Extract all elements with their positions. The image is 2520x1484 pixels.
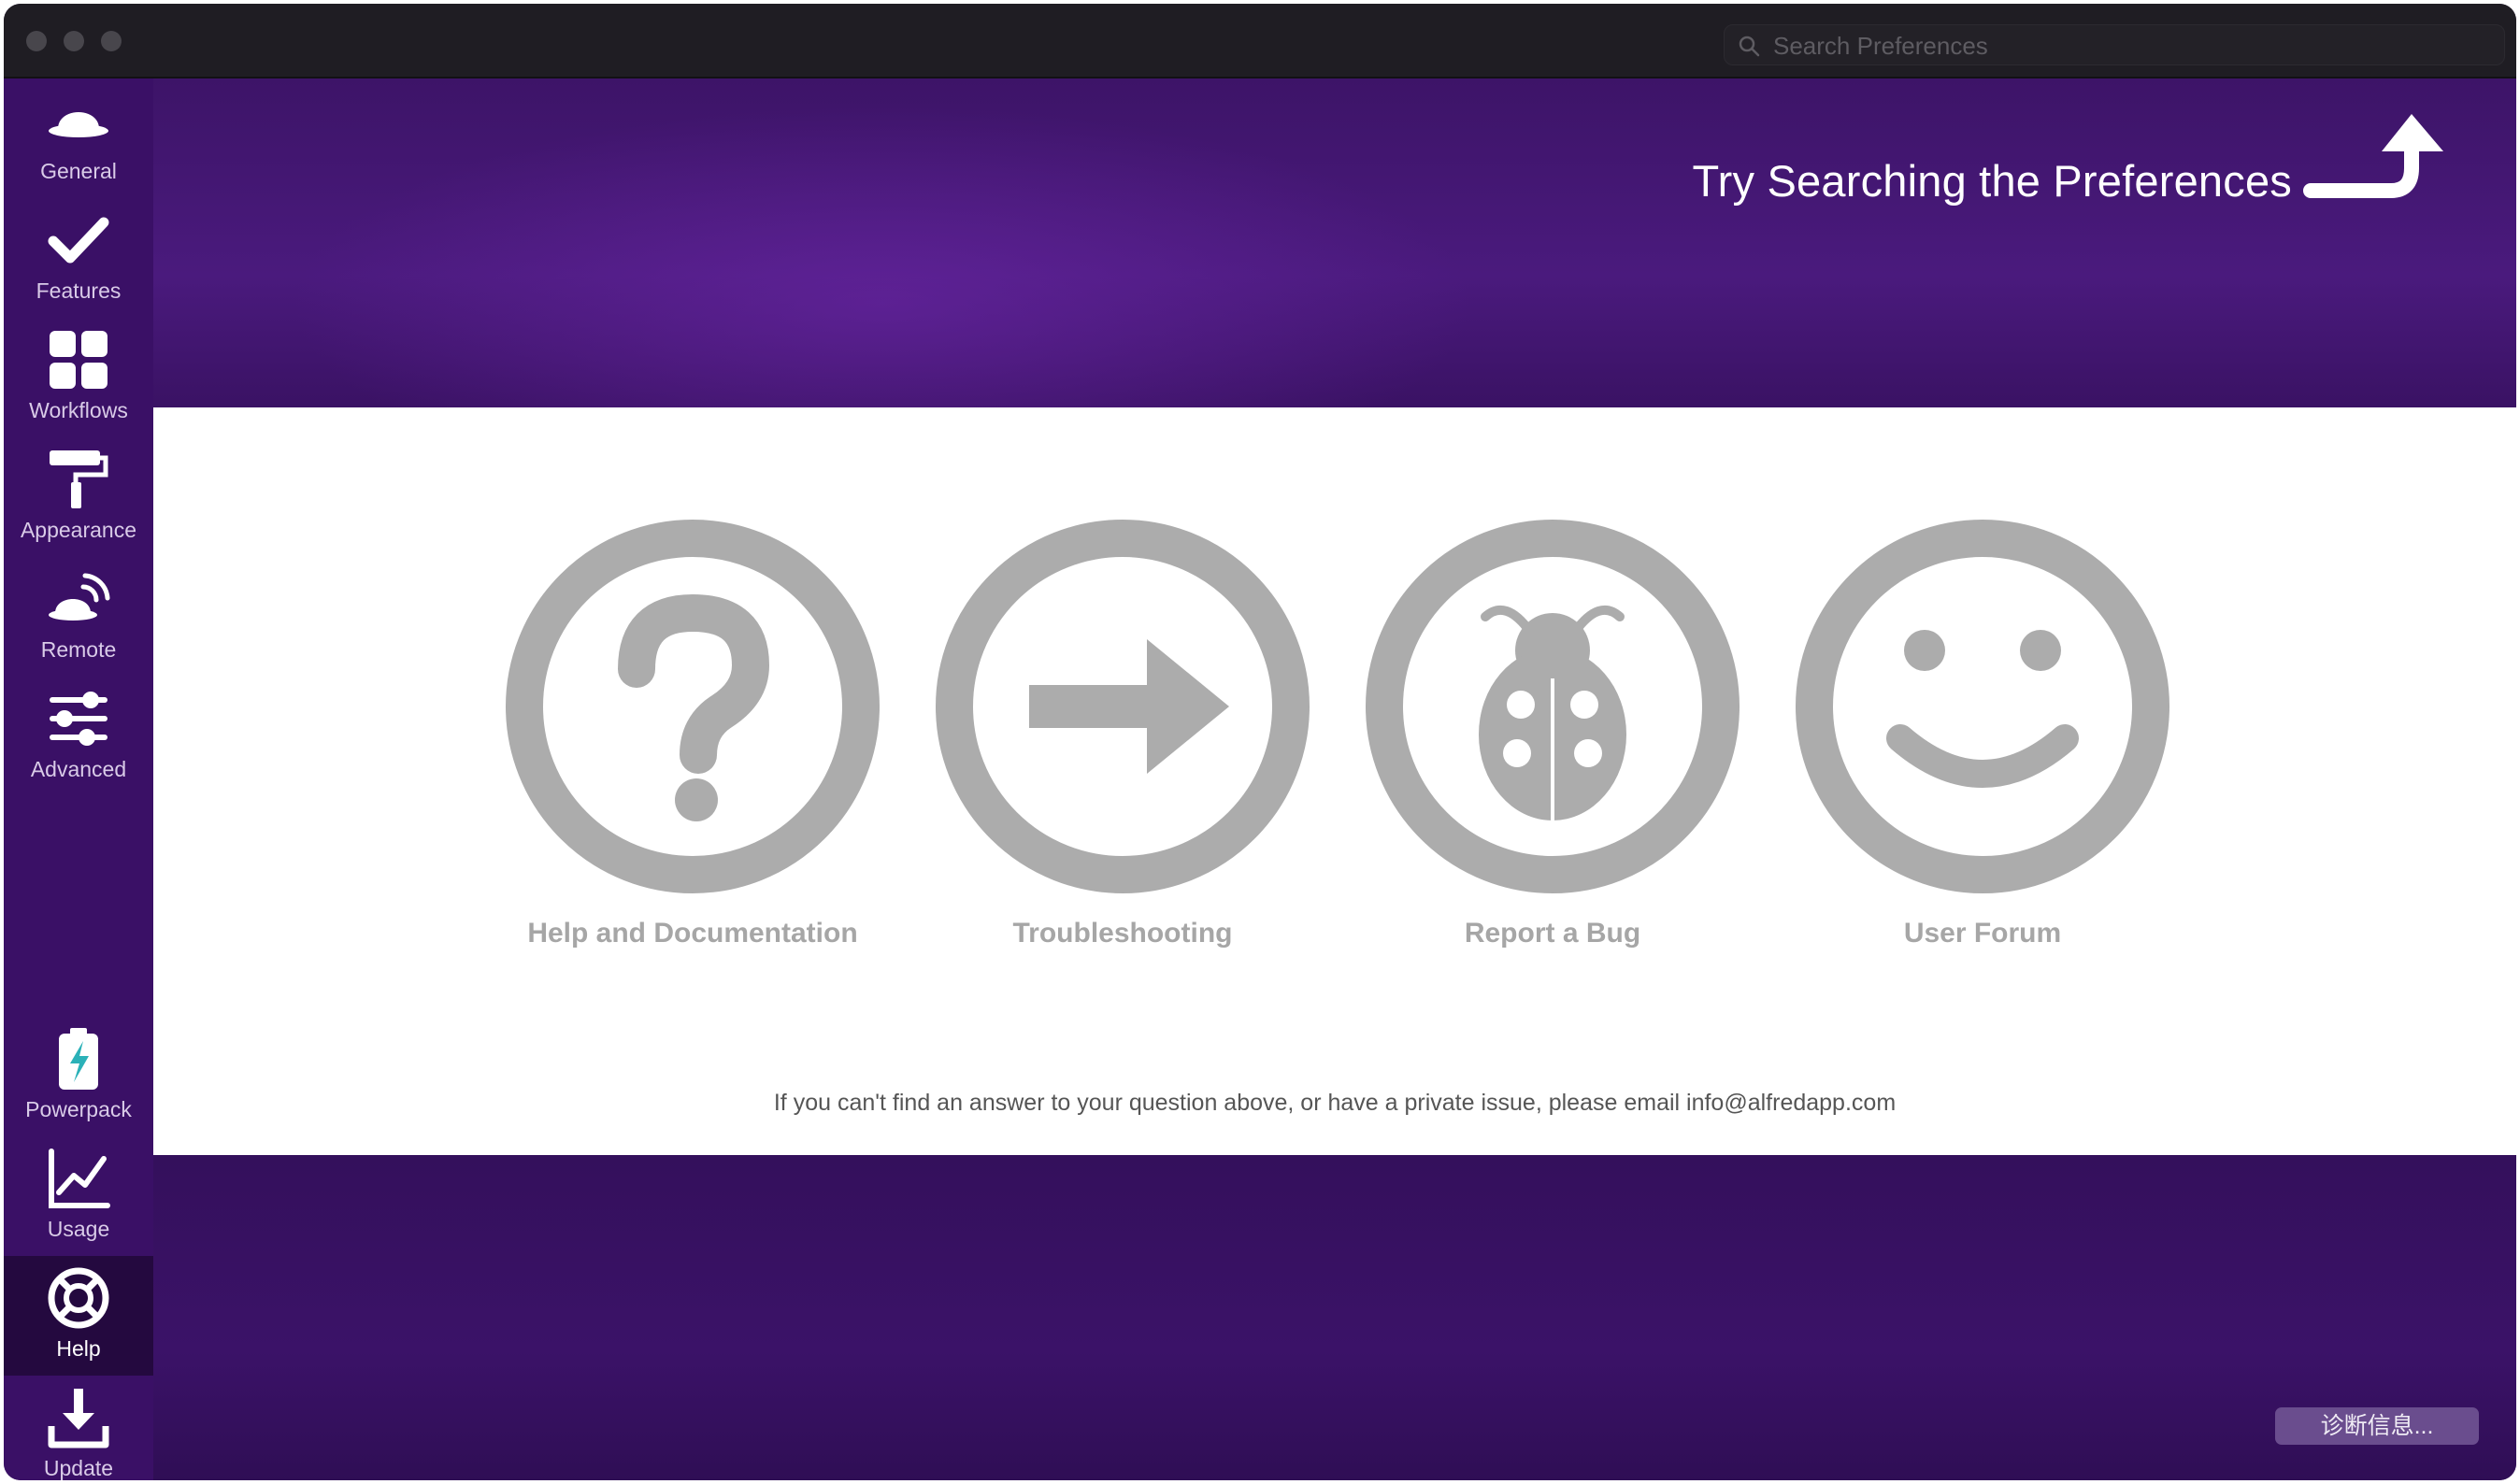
card-label: Report a Bug	[1464, 918, 1641, 949]
close-window-button[interactable]	[26, 31, 47, 51]
sidebar-item-label: General	[40, 159, 117, 183]
sidebar-item-label: Usage	[47, 1217, 110, 1241]
curved-arrow-icon	[2303, 114, 2443, 198]
sidebar-item-advanced[interactable]: Advanced	[4, 677, 153, 796]
help-panel: Help and Documentation Troubleshooting R…	[153, 407, 2516, 1155]
sidebar-item-label: Workflows	[29, 398, 128, 422]
sidebar-item-help[interactable]: Help	[4, 1256, 153, 1376]
zoom-window-button[interactable]	[101, 31, 122, 51]
card-label: User Forum	[1903, 918, 2062, 949]
sidebar-item-usage[interactable]: Usage	[4, 1136, 153, 1256]
sidebar-item-general[interactable]: General	[4, 78, 153, 198]
card-label: Troubleshooting	[1012, 918, 1233, 949]
contact-note: If you can't find an answer to your ques…	[773, 1090, 1897, 1116]
sidebar: General Features Workflows Appearance Re…	[4, 78, 153, 1480]
title-bar	[4, 4, 2516, 78]
sidebar-item-label: Remote	[40, 637, 117, 662]
minimize-window-button[interactable]	[64, 31, 84, 51]
sidebar-item-powerpack[interactable]: Powerpack	[4, 1017, 153, 1136]
search-icon	[1739, 36, 1760, 57]
question-icon	[506, 520, 880, 893]
hero-banner: Try Searching the Preferences	[153, 78, 2516, 407]
remote-hat-icon	[49, 573, 110, 621]
sidebar-item-label: Powerpack	[25, 1097, 132, 1121]
sliders-icon	[50, 692, 107, 746]
grid-icon	[50, 331, 107, 389]
hat-icon	[49, 112, 108, 137]
card-label: Help and Documentation	[527, 918, 858, 949]
sidebar-item-remote[interactable]: Remote	[4, 557, 153, 677]
footer-band: 诊断信息...	[153, 1155, 2516, 1480]
sidebar-item-label: Appearance	[20, 518, 137, 542]
sidebar-item-update[interactable]: Update	[4, 1376, 153, 1480]
download-icon	[48, 1389, 109, 1448]
search-field[interactable]	[1724, 24, 2505, 65]
sidebar-item-features[interactable]: Features	[4, 198, 153, 318]
checkmark-icon	[48, 217, 109, 264]
sidebar-item-workflows[interactable]: Workflows	[4, 318, 153, 437]
troubleshooting-card[interactable]: Troubleshooting	[908, 520, 1338, 968]
smiley-icon	[1796, 520, 2169, 893]
ladybug-icon	[1366, 520, 1740, 893]
search-input[interactable]	[1771, 29, 2495, 63]
paint-roller-icon	[50, 450, 108, 508]
sidebar-item-label: Update	[43, 1456, 114, 1480]
diagnostics-button[interactable]: 诊断信息...	[2275, 1407, 2479, 1445]
sidebar-item-appearance[interactable]: Appearance	[4, 437, 153, 557]
user-forum-card[interactable]: User Forum	[1768, 520, 2198, 968]
sidebar-item-label: Advanced	[30, 757, 127, 781]
report-bug-card[interactable]: Report a Bug	[1338, 520, 1768, 968]
preferences-window: General Features Workflows Appearan	[4, 4, 2516, 1480]
sidebar-item-label: Help	[56, 1336, 101, 1361]
sidebar-item-label: Features	[36, 278, 122, 303]
arrow-right-icon	[936, 520, 1310, 893]
battery-icon	[59, 1028, 98, 1090]
lifebuoy-icon	[48, 1267, 109, 1329]
hero-text: Try Searching the Preferences	[1692, 156, 2292, 206]
help-documentation-card[interactable]: Help and Documentation	[478, 520, 908, 968]
line-chart-icon	[49, 1149, 110, 1208]
